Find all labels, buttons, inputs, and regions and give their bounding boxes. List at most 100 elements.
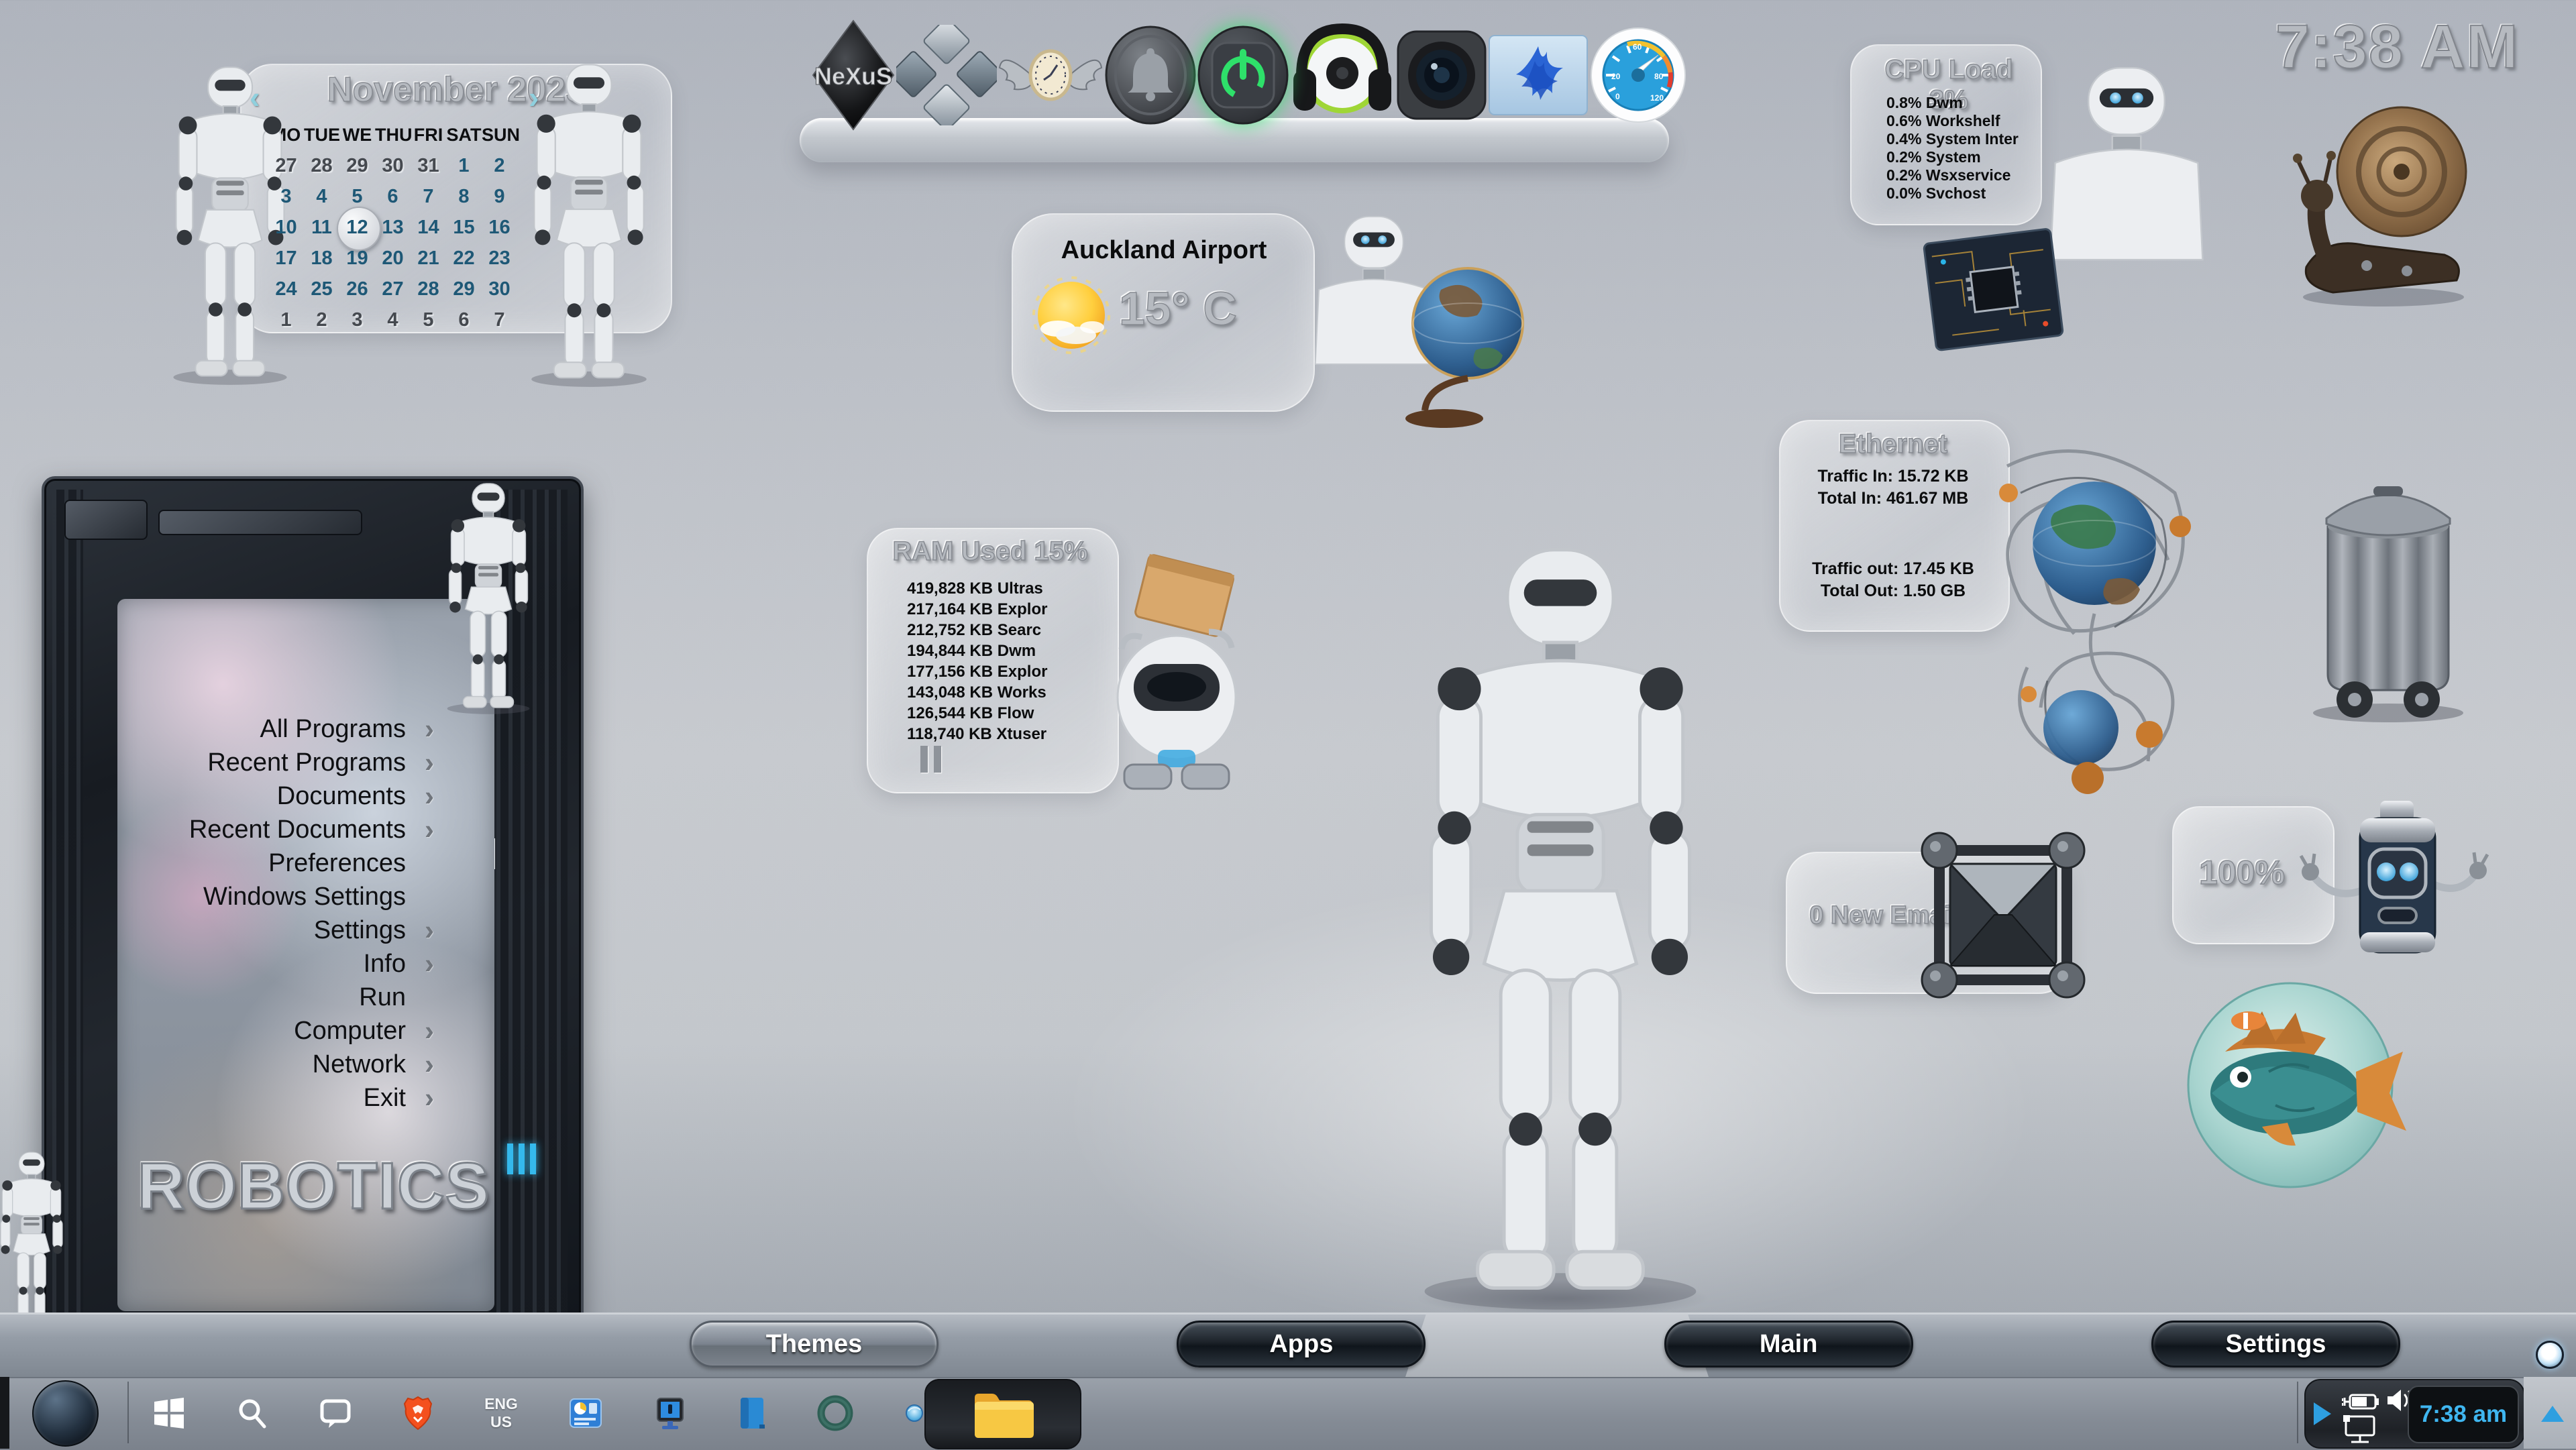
- speedometer-icon[interactable]: 02060 80120: [1589, 25, 1688, 125]
- calendar-day[interactable]: 3: [339, 304, 375, 335]
- calendar-day[interactable]: 1: [446, 150, 482, 181]
- windows-bloom-icon[interactable]: [1488, 34, 1589, 116]
- start-menu-item[interactable]: Documents ›: [138, 779, 453, 813]
- calendar-day[interactable]: 4: [304, 181, 339, 212]
- calendar-day[interactable]: 27: [375, 274, 411, 304]
- ethernet-stat-line: Total Out: 1.50 GB: [1786, 580, 2000, 602]
- calendar-day[interactable]: 18: [304, 243, 339, 274]
- calendar-day[interactable]: 2: [482, 150, 517, 181]
- calendar-day[interactable]: 19: [339, 243, 375, 274]
- start-menu-item-label: Network: [138, 1050, 406, 1079]
- calendar-day[interactable]: 7: [411, 181, 446, 212]
- start-orb[interactable]: [32, 1380, 99, 1447]
- start-menu-item[interactable]: Run: [138, 981, 453, 1014]
- bell-icon[interactable]: [1104, 25, 1197, 125]
- calendar-day[interactable]: 29: [339, 150, 375, 181]
- calendar-day[interactable]: 31: [411, 150, 446, 181]
- taskbar-button[interactable]: Themes: [690, 1321, 938, 1368]
- start-menu-item[interactable]: Recent Documents ›: [138, 813, 453, 846]
- calendar-day[interactable]: 12: [339, 212, 375, 243]
- ethernet-title: Ethernet: [1799, 429, 1987, 459]
- taskbar-button[interactable]: Settings: [2151, 1321, 2400, 1368]
- chat-icon[interactable]: [319, 1397, 352, 1429]
- calendar-day[interactable]: 30: [375, 150, 411, 181]
- calendar-day[interactable]: 26: [339, 274, 375, 304]
- calendar-day[interactable]: 15: [446, 212, 482, 243]
- tray-expand-icon[interactable]: [2314, 1402, 2331, 1425]
- calendar-day[interactable]: 25: [304, 274, 339, 304]
- yellow-folder-icon[interactable]: [972, 1388, 1034, 1441]
- search-icon[interactable]: [236, 1397, 268, 1429]
- ethernet-stat-line: Traffic out: 17.45 KB: [1786, 558, 2000, 580]
- calendar-day[interactable]: 10: [268, 212, 304, 243]
- start-menu-item[interactable]: Preferences: [138, 846, 453, 880]
- start-menu-item[interactable]: Exit ›: [138, 1081, 453, 1115]
- tray-clock[interactable]: 7:38 am: [2408, 1386, 2519, 1443]
- taskbar-pinned-icons: ENGUS: [153, 1386, 924, 1441]
- windows-logo-icon[interactable]: [153, 1397, 185, 1429]
- svg-text:60: 60: [1633, 42, 1642, 52]
- network-icon[interactable]: [2341, 1414, 2378, 1445]
- brave-icon[interactable]: [402, 1396, 433, 1431]
- start-menu-item-label: Settings: [138, 916, 406, 945]
- calendar-day[interactable]: 4: [375, 304, 411, 335]
- fish-decor[interactable]: [2161, 971, 2420, 1205]
- calendar-day[interactable]: 24: [268, 274, 304, 304]
- ring-icon[interactable]: [817, 1395, 853, 1431]
- start-menu-item[interactable]: All Programs ›: [138, 712, 453, 746]
- power-icon[interactable]: [1197, 25, 1289, 125]
- winged-clock-icon[interactable]: [997, 38, 1104, 112]
- media-player-icon[interactable]: [1289, 22, 1395, 128]
- start-menu-item[interactable]: Info ›: [138, 947, 453, 981]
- envelope-icon[interactable]: [1915, 826, 2091, 1004]
- calendar-day[interactable]: 21: [411, 243, 446, 274]
- calendar-day[interactable]: 2: [304, 304, 339, 335]
- cpu-process-line: 0.0% Svchost: [1886, 184, 2019, 203]
- calendar-day[interactable]: 6: [446, 304, 482, 335]
- nexus-icon[interactable]: NeXuS: [810, 19, 896, 131]
- calendar-day[interactable]: 30: [482, 274, 517, 304]
- calendar-day[interactable]: 1: [268, 304, 304, 335]
- calendar-day[interactable]: 22: [446, 243, 482, 274]
- calendar-day[interactable]: 27: [268, 150, 304, 181]
- calendar-day[interactable]: 11: [304, 212, 339, 243]
- calendar-day[interactable]: 5: [411, 304, 446, 335]
- calendar-day[interactable]: 9: [482, 181, 517, 212]
- modules-icon[interactable]: [896, 25, 997, 125]
- calendar-day[interactable]: 7: [482, 304, 517, 335]
- corner-orb-button[interactable]: [2536, 1341, 2564, 1369]
- calendar-day[interactable]: 17: [268, 243, 304, 274]
- start-menu-item[interactable]: Windows Settings: [138, 880, 453, 913]
- calendar-day[interactable]: 13: [375, 212, 411, 243]
- sphere-icon[interactable]: [904, 1403, 924, 1423]
- calendar-day[interactable]: 29: [446, 274, 482, 304]
- system-monitor-icon[interactable]: [569, 1396, 602, 1430]
- calendar-day[interactable]: 28: [411, 274, 446, 304]
- taskbar-button[interactable]: Apps: [1177, 1321, 1426, 1368]
- calendar-day[interactable]: 28: [304, 150, 339, 181]
- taskbar-button[interactable]: Main: [1664, 1321, 1913, 1368]
- documents-icon[interactable]: [738, 1396, 766, 1430]
- calendar-day-header: SUN: [482, 119, 517, 150]
- computer-icon[interactable]: [653, 1396, 687, 1431]
- calendar-day[interactable]: 23: [482, 243, 517, 274]
- recycle-bin[interactable]: [2298, 459, 2479, 728]
- battery-plug-icon[interactable]: [2341, 1390, 2382, 1412]
- start-menu-item[interactable]: Settings ›: [138, 913, 453, 947]
- calendar-day[interactable]: 8: [446, 181, 482, 212]
- camera-icon[interactable]: [1395, 26, 1488, 124]
- calendar-day[interactable]: 16: [482, 212, 517, 243]
- start-menu-item[interactable]: Recent Programs ›: [138, 746, 453, 779]
- chevron-right-icon: ›: [406, 780, 453, 812]
- calendar-day[interactable]: 6: [375, 181, 411, 212]
- cpu-process-line: 0.6% Workshelf: [1886, 112, 2019, 130]
- calendar-day[interactable]: 20: [375, 243, 411, 274]
- calendar-day[interactable]: 14: [411, 212, 446, 243]
- pause-button[interactable]: [920, 746, 951, 773]
- taskbar-up-arrow-icon[interactable]: [2541, 1406, 2564, 1422]
- weather-robot-globe: [1307, 196, 1528, 451]
- start-menu-item[interactable]: Computer ›: [138, 1014, 453, 1048]
- language-indicator[interactable]: ENGUS: [484, 1395, 518, 1431]
- start-menu-item[interactable]: Network ›: [138, 1048, 453, 1081]
- calendar-day[interactable]: 3: [268, 181, 304, 212]
